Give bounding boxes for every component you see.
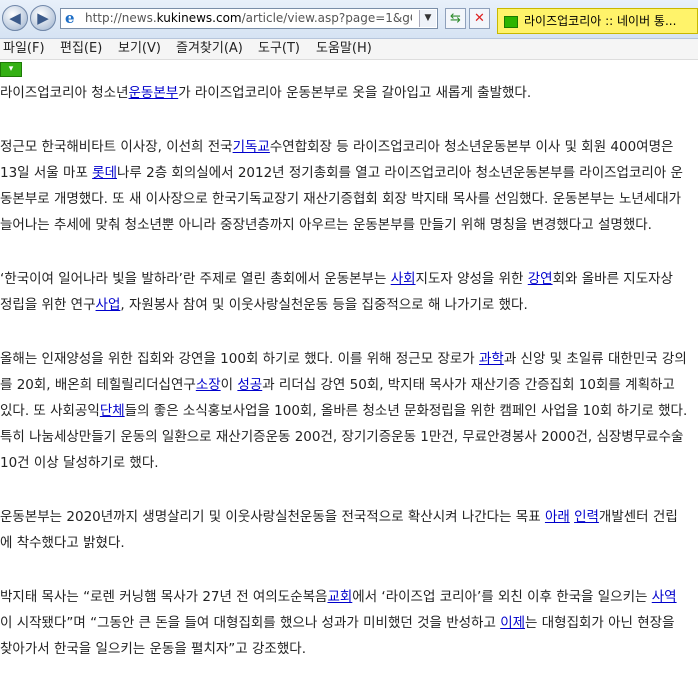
back-button[interactable]: ◀ bbox=[2, 5, 28, 31]
keyword-link[interactable]: 인력 bbox=[574, 509, 599, 525]
chevron-down-icon: ▼ bbox=[424, 13, 432, 23]
refresh-icon: ⇆ bbox=[450, 11, 461, 26]
menu-help[interactable]: 도움말(H) bbox=[316, 40, 372, 58]
text: 가 라이즈업코리아 운동본부로 옷을 갈아입고 새롭게 출발했다. bbox=[178, 85, 532, 101]
keyword-link[interactable]: 사업 bbox=[96, 297, 121, 313]
keyword-link[interactable]: 강연 bbox=[528, 271, 553, 287]
tab-favicon-icon bbox=[504, 16, 518, 28]
ie-page-icon: e bbox=[65, 9, 75, 27]
text: ‘한국이여 일어나라 빛을 발하라’란 주제로 열린 총회에서 운동본부는 bbox=[0, 271, 391, 287]
text: 운동본부는 2020년까지 생명살리기 및 이웃사랑실천운동을 전국적으로 확산… bbox=[0, 509, 545, 525]
text: 정근모 한국해비타트 이사장, 이선희 전국 bbox=[0, 139, 233, 155]
keyword-link[interactable]: 교회 bbox=[327, 589, 352, 605]
toolbar-green-button[interactable]: ▾ bbox=[0, 62, 22, 77]
keyword-link[interactable]: 아래 bbox=[545, 509, 570, 525]
paragraph-6: 박지태 목사는 “로렌 커닝햄 목사가 27년 전 여의도순복음교회에서 ‘라이… bbox=[0, 584, 688, 662]
forward-arrow-icon: ▶ bbox=[37, 9, 49, 27]
forward-button[interactable]: ▶ bbox=[30, 5, 56, 31]
browser-nav-bar: ◀ ▶ e http://news.kukinews.com/article/v… bbox=[0, 0, 698, 39]
menu-view[interactable]: 보기(V) bbox=[118, 40, 161, 58]
dropdown-arrow-icon: ▾ bbox=[8, 64, 14, 74]
keyword-link[interactable]: 소장 bbox=[196, 377, 221, 393]
text: 이 bbox=[220, 377, 238, 393]
keyword-link[interactable]: 이제 bbox=[500, 615, 525, 631]
menu-favorites[interactable]: 즐겨찾기(A) bbox=[176, 40, 243, 58]
tab-title: 라이즈업코리아 :: 네이버 통... bbox=[524, 14, 677, 28]
paragraph-4: 올해는 인재양성을 위한 집회와 강연을 100회 하기로 했다. 이를 위해 … bbox=[0, 346, 688, 476]
refresh-button[interactable]: ⇆ bbox=[445, 8, 466, 29]
text: 이 시작됐다”며 “그동안 큰 돈을 들여 대형집회를 했으나 성과가 미비했던… bbox=[0, 615, 501, 631]
text: , 자원봉사 참여 및 이웃사랑실천운동 등을 집중적으로 해 나가기로 했다. bbox=[120, 297, 528, 313]
text: 박지태 목사는 “로렌 커닝햄 목사가 27년 전 여의도순복음 bbox=[0, 589, 328, 605]
keyword-link[interactable]: 사회 bbox=[391, 271, 416, 287]
text: 지도자 양성을 위한 bbox=[415, 271, 528, 287]
keyword-link[interactable]: 사역 bbox=[652, 589, 677, 605]
close-icon: ✕ bbox=[474, 11, 485, 26]
menu-edit[interactable]: 편집(E) bbox=[60, 40, 102, 58]
menu-tools[interactable]: 도구(T) bbox=[258, 40, 300, 58]
text: 에서 ‘라이즈업 코리아’를 외친 이후 한국을 일으키는 bbox=[352, 589, 652, 605]
address-bar[interactable]: e http://news.kukinews.com/article/view.… bbox=[60, 8, 438, 29]
address-text[interactable]: http://news.kukinews.com/article/view.as… bbox=[85, 11, 412, 25]
stop-button[interactable]: ✕ bbox=[469, 8, 490, 29]
keyword-link[interactable]: 단체 bbox=[100, 403, 125, 419]
menu-bar: 파일(F) 편집(E) 보기(V) 즐겨찾기(A) 도구(T) 도움말(H) bbox=[0, 39, 698, 60]
keyword-link[interactable]: 기독교 bbox=[233, 139, 270, 155]
paragraph-5: 운동본부는 2020년까지 생명살리기 및 이웃사랑실천운동을 전국적으로 확산… bbox=[0, 504, 688, 556]
address-dropdown-button[interactable]: ▼ bbox=[419, 10, 436, 27]
text: 올해는 인재양성을 위한 집회와 강연을 100회 하기로 했다. 이를 위해 … bbox=[0, 351, 479, 367]
keyword-link[interactable]: 성공 bbox=[237, 377, 262, 393]
paragraph-1: 라이즈업코리아 청소년운동본부가 라이즈업코리아 운동본부로 옷을 갈아입고 새… bbox=[0, 80, 688, 106]
keyword-link[interactable]: 과학 bbox=[479, 351, 504, 367]
menu-file[interactable]: 파일(F) bbox=[3, 40, 45, 58]
keyword-link[interactable]: 운동본부 bbox=[129, 85, 179, 101]
back-arrow-icon: ◀ bbox=[9, 9, 21, 27]
browser-tab[interactable]: 라이즈업코리아 :: 네이버 통... bbox=[497, 8, 698, 34]
keyword-link[interactable]: 롯데 bbox=[92, 165, 117, 181]
article-body: 라이즈업코리아 청소년운동본부가 라이즈업코리아 운동본부로 옷을 갈아입고 새… bbox=[0, 80, 688, 690]
paragraph-2: 정근모 한국해비타트 이사장, 이선희 전국기독교수연합회장 등 라이즈업코리아… bbox=[0, 134, 688, 238]
text: 라이즈업코리아 청소년 bbox=[0, 85, 129, 101]
paragraph-3: ‘한국이여 일어나라 빛을 발하라’란 주제로 열린 총회에서 운동본부는 사회… bbox=[0, 266, 688, 318]
